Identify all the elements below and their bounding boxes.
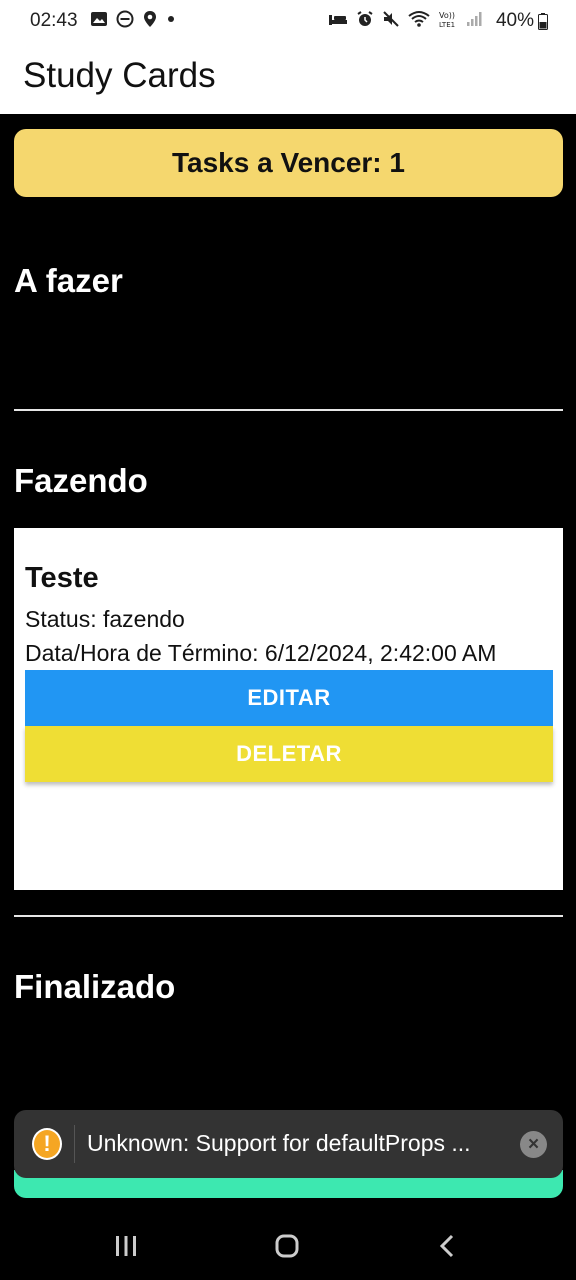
delete-button[interactable]: DELETAR bbox=[25, 726, 553, 782]
dot-icon bbox=[168, 16, 174, 22]
dnd-icon bbox=[116, 10, 134, 28]
task-title: Teste bbox=[25, 562, 99, 594]
home-icon[interactable] bbox=[267, 1232, 307, 1260]
signal-icon bbox=[467, 12, 482, 26]
toast-separator bbox=[74, 1125, 75, 1163]
volte-icon: Vo))LTE1 bbox=[439, 11, 455, 28]
mute-icon bbox=[383, 11, 399, 27]
status-left-icons bbox=[90, 10, 176, 28]
status-bar: 02:43 Vo)) LTE1 40% bbox=[0, 0, 576, 42]
warning-toast[interactable]: ! Unknown: Support for defaultProps ... … bbox=[14, 1110, 563, 1178]
close-icon[interactable]: × bbox=[520, 1131, 547, 1158]
app-title: Study Cards bbox=[23, 56, 216, 95]
toast-message: Unknown: Support for defaultProps ... bbox=[87, 1130, 471, 1156]
section-title-doing: Fazendo bbox=[14, 462, 148, 499]
status-time: 02:43 bbox=[30, 10, 78, 31]
section-divider bbox=[14, 409, 563, 411]
svg-text:LTE1: LTE1 bbox=[439, 21, 455, 28]
task-deadline: Data/Hora de Término: 6/12/2024, 2:42:00… bbox=[25, 640, 497, 666]
image-icon bbox=[91, 12, 107, 26]
nav-bar bbox=[0, 1208, 576, 1280]
recents-icon[interactable] bbox=[106, 1232, 146, 1260]
back-icon[interactable] bbox=[428, 1232, 468, 1260]
bed-icon bbox=[329, 15, 347, 25]
section-title-todo: A fazer bbox=[14, 262, 123, 299]
app-bar: Study Cards bbox=[0, 42, 576, 114]
section-divider bbox=[14, 915, 563, 917]
battery-icon bbox=[538, 13, 548, 30]
task-card: Teste Status: fazendo Data/Hora de Térmi… bbox=[14, 528, 563, 890]
section-title-done: Finalizado bbox=[14, 968, 176, 1005]
location-icon bbox=[144, 11, 156, 27]
status-right-icons: Vo)) LTE1 bbox=[328, 10, 484, 28]
battery-percent: 40% bbox=[495, 10, 534, 31]
due-tasks-banner: Tasks a Vencer: 1 bbox=[14, 129, 563, 197]
wifi-icon bbox=[408, 11, 430, 27]
task-status: Status: fazendo bbox=[25, 606, 185, 632]
alarm-icon bbox=[357, 11, 373, 26]
edit-button[interactable]: EDITAR bbox=[25, 670, 553, 726]
warning-icon: ! bbox=[32, 1128, 62, 1160]
svg-text:Vo)): Vo)) bbox=[439, 11, 455, 20]
